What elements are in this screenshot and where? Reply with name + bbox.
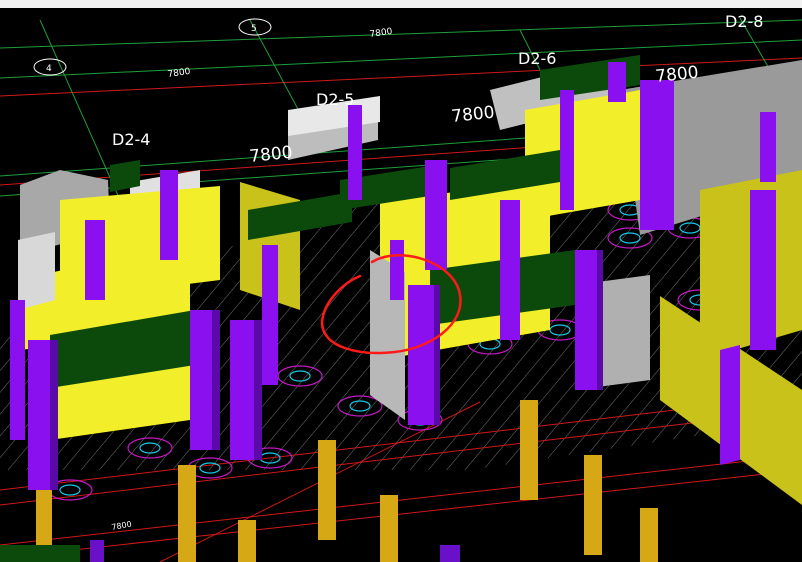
right-diagonal-column [720,345,740,465]
grid-label-d2-5: D2-5 [316,90,354,109]
svg-text:5: 5 [251,24,257,34]
window-top-strip [0,0,802,8]
grid-label-d2-4: D2-4 [112,130,150,149]
grid-label-d2-6: D2-6 [518,49,556,68]
front-gray-wall [18,232,55,310]
svg-text:4: 4 [46,64,52,74]
cad-3d-viewport[interactable]: 4 5 7800 7800 7800 7800 7800 7800 D2-4 D… [0,8,802,562]
grid-label-d2-8: D2-8 [725,12,763,31]
